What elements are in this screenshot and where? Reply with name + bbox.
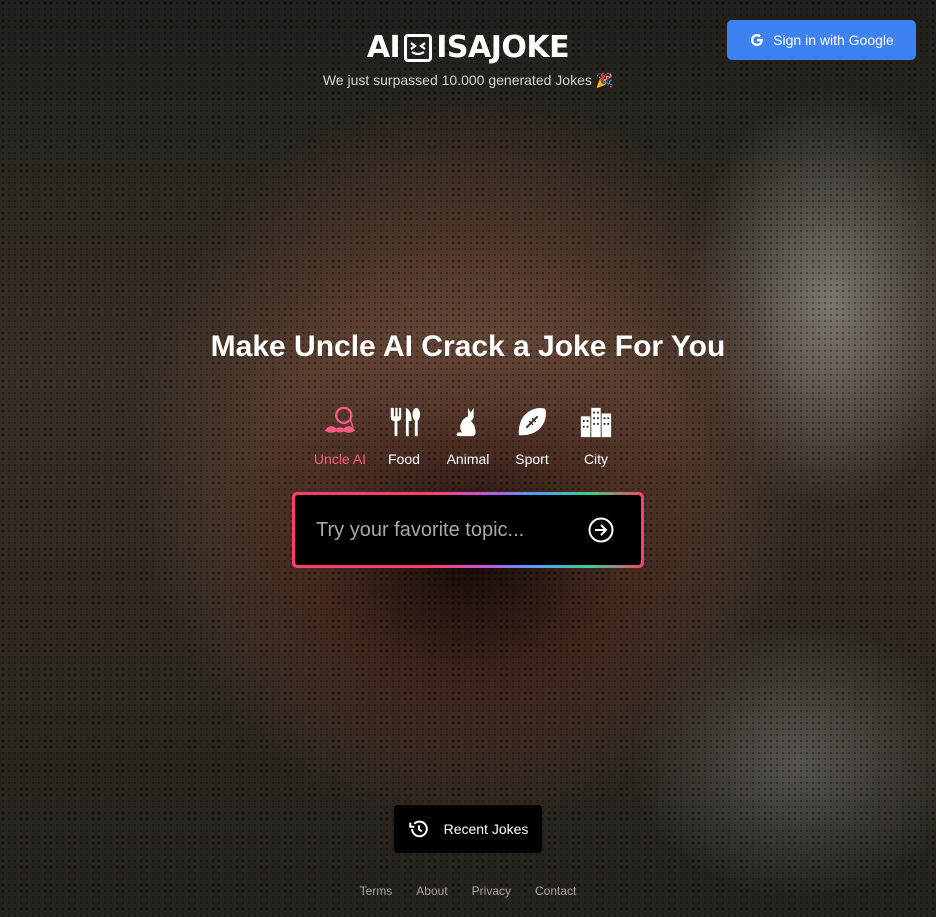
category-label: Sport bbox=[515, 451, 549, 467]
category-selector: Uncle AI Food Animal Sport City bbox=[0, 405, 936, 467]
history-icon bbox=[408, 820, 428, 838]
logo-text-right: ISAJOKE bbox=[436, 30, 570, 65]
fork-knife-icon bbox=[390, 407, 421, 437]
category-animal[interactable]: Animal bbox=[436, 405, 500, 467]
cat-icon bbox=[456, 407, 476, 437]
football-icon bbox=[518, 408, 546, 436]
footer-link-about[interactable]: About bbox=[416, 884, 447, 898]
category-uncle-ai[interactable]: Uncle AI bbox=[308, 405, 372, 467]
category-sport[interactable]: Sport bbox=[500, 405, 564, 467]
topic-search-box bbox=[292, 492, 644, 568]
footer-link-contact[interactable]: Contact bbox=[535, 884, 576, 898]
category-label: Uncle AI bbox=[313, 451, 367, 467]
category-city[interactable]: City bbox=[564, 405, 628, 467]
logo-text-left: AI bbox=[366, 30, 401, 65]
tagline: We just surpassed 10.000 generated Jokes… bbox=[322, 72, 614, 88]
page-title: Make Uncle AI Crack a Joke For You bbox=[210, 330, 726, 363]
city-buildings-icon bbox=[580, 407, 612, 438]
footer-link-privacy[interactable]: Privacy bbox=[472, 884, 511, 898]
sign-in-label: Sign in with Google bbox=[773, 32, 894, 48]
topic-input[interactable] bbox=[316, 518, 587, 542]
recent-jokes-label: Recent Jokes bbox=[443, 821, 529, 837]
footer-link-terms[interactable]: Terms bbox=[360, 884, 393, 898]
sign-in-google-button[interactable]: Sign in with Google bbox=[727, 20, 916, 60]
category-food[interactable]: Food bbox=[372, 405, 436, 467]
category-label: City bbox=[583, 451, 609, 467]
category-label: Animal bbox=[446, 451, 490, 467]
submit-arrow-icon[interactable] bbox=[587, 516, 615, 544]
google-icon bbox=[751, 34, 764, 46]
uncle-ai-icon bbox=[324, 406, 356, 433]
footer-links: Terms About Privacy Contact bbox=[0, 884, 936, 898]
search-inner bbox=[295, 495, 641, 565]
logo-face-icon bbox=[404, 33, 433, 62]
category-label: Food bbox=[388, 451, 420, 467]
recent-jokes-button[interactable]: Recent Jokes bbox=[394, 805, 542, 853]
